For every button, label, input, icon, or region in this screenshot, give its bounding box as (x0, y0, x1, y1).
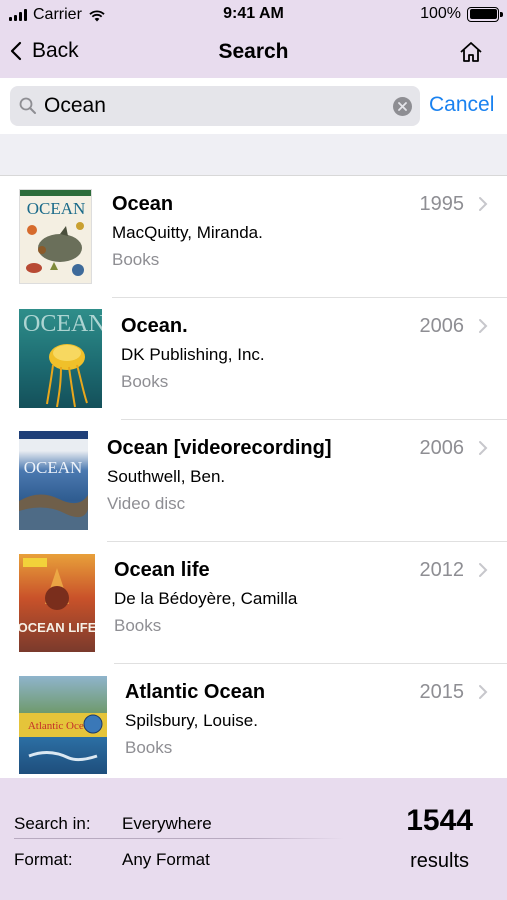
format-label: Format: (14, 850, 73, 869)
result-title: Ocean life (114, 559, 210, 581)
results-count-label: results (410, 850, 469, 872)
search-field[interactable] (10, 86, 420, 126)
search-bar: Cancel (0, 78, 507, 134)
result-author: Spilsbury, Louise. (125, 711, 258, 730)
chevron-right-icon (479, 441, 488, 455)
home-icon (460, 42, 482, 62)
section-divider (0, 134, 507, 176)
cover-title-text: OCEAN (27, 199, 86, 218)
results-list: OCEAN Ocean MacQuitty, Miranda. Books 19… (0, 176, 507, 778)
status-right: 100% (420, 5, 503, 23)
result-year: 2015 (419, 681, 465, 703)
format-value[interactable]: Any Format (122, 850, 210, 870)
search-summary-footer: Search in: Everywhere Format: Any Format… (0, 778, 507, 900)
list-item[interactable]: OCEAN LIFE Ocean life De la Bédoyère, Ca… (0, 542, 507, 664)
result-year: 1995 (419, 193, 465, 215)
result-author: Southwell, Ben. (107, 467, 226, 486)
clear-search-icon[interactable] (393, 97, 412, 116)
search-in-value[interactable]: Everywhere (122, 814, 212, 834)
result-title: Atlantic Ocean (125, 681, 266, 703)
result-format: Books (125, 738, 173, 757)
result-year: 2006 (419, 437, 465, 459)
result-title: Ocean [videorecording] (107, 437, 332, 459)
result-format: Video disc (107, 494, 186, 513)
result-author: De la Bédoyère, Camilla (114, 589, 298, 608)
result-title: Ocean. (121, 315, 188, 337)
results-count: 1544 (406, 804, 473, 837)
footer-divider (14, 838, 344, 839)
list-item[interactable]: OCEAN Ocean MacQuitty, Miranda. Books 19… (0, 176, 507, 298)
navigation-bar: Back Search (0, 30, 507, 78)
chevron-right-icon (479, 563, 488, 577)
home-button[interactable] (459, 41, 483, 68)
battery-icon (467, 6, 503, 22)
cover-title-text: OCEAN (24, 458, 83, 477)
book-cover: OCEAN (19, 189, 92, 284)
cancel-button[interactable]: Cancel (429, 93, 494, 117)
book-cover: OCEAN (19, 309, 102, 408)
list-item[interactable]: Atlantic Ocean Atlantic Ocean Spilsbury,… (0, 664, 507, 778)
result-format: Books (112, 250, 160, 269)
page-title: Search (218, 40, 289, 63)
result-author: DK Publishing, Inc. (121, 345, 265, 364)
battery-percent: 100% (420, 5, 461, 22)
book-cover: OCEAN LIFE (19, 554, 95, 652)
chevron-right-icon (479, 197, 488, 211)
list-item[interactable]: OCEAN Ocean. DK Publishing, Inc. Books 2… (0, 298, 507, 420)
search-input[interactable] (44, 91, 394, 121)
result-format: Books (121, 372, 169, 391)
status-bar: Carrier 9:41 AM 100% (0, 0, 507, 30)
result-title: Ocean (112, 193, 174, 215)
list-item[interactable]: OCEAN Ocean [videorecording] Southwell, … (0, 420, 507, 542)
result-year: 2006 (419, 315, 465, 337)
cover-title-text: OCEAN LIFE (19, 620, 95, 635)
book-cover: Atlantic Ocean (19, 676, 107, 774)
search-icon (19, 97, 36, 114)
result-author: MacQuitty, Miranda. (112, 223, 263, 242)
book-cover: OCEAN (19, 431, 88, 530)
result-year: 2012 (419, 559, 465, 581)
cover-title-text: OCEAN (23, 311, 102, 337)
chevron-right-icon (479, 685, 488, 699)
chevron-right-icon (479, 319, 488, 333)
search-in-label: Search in: (14, 814, 91, 833)
result-format: Books (114, 616, 162, 635)
